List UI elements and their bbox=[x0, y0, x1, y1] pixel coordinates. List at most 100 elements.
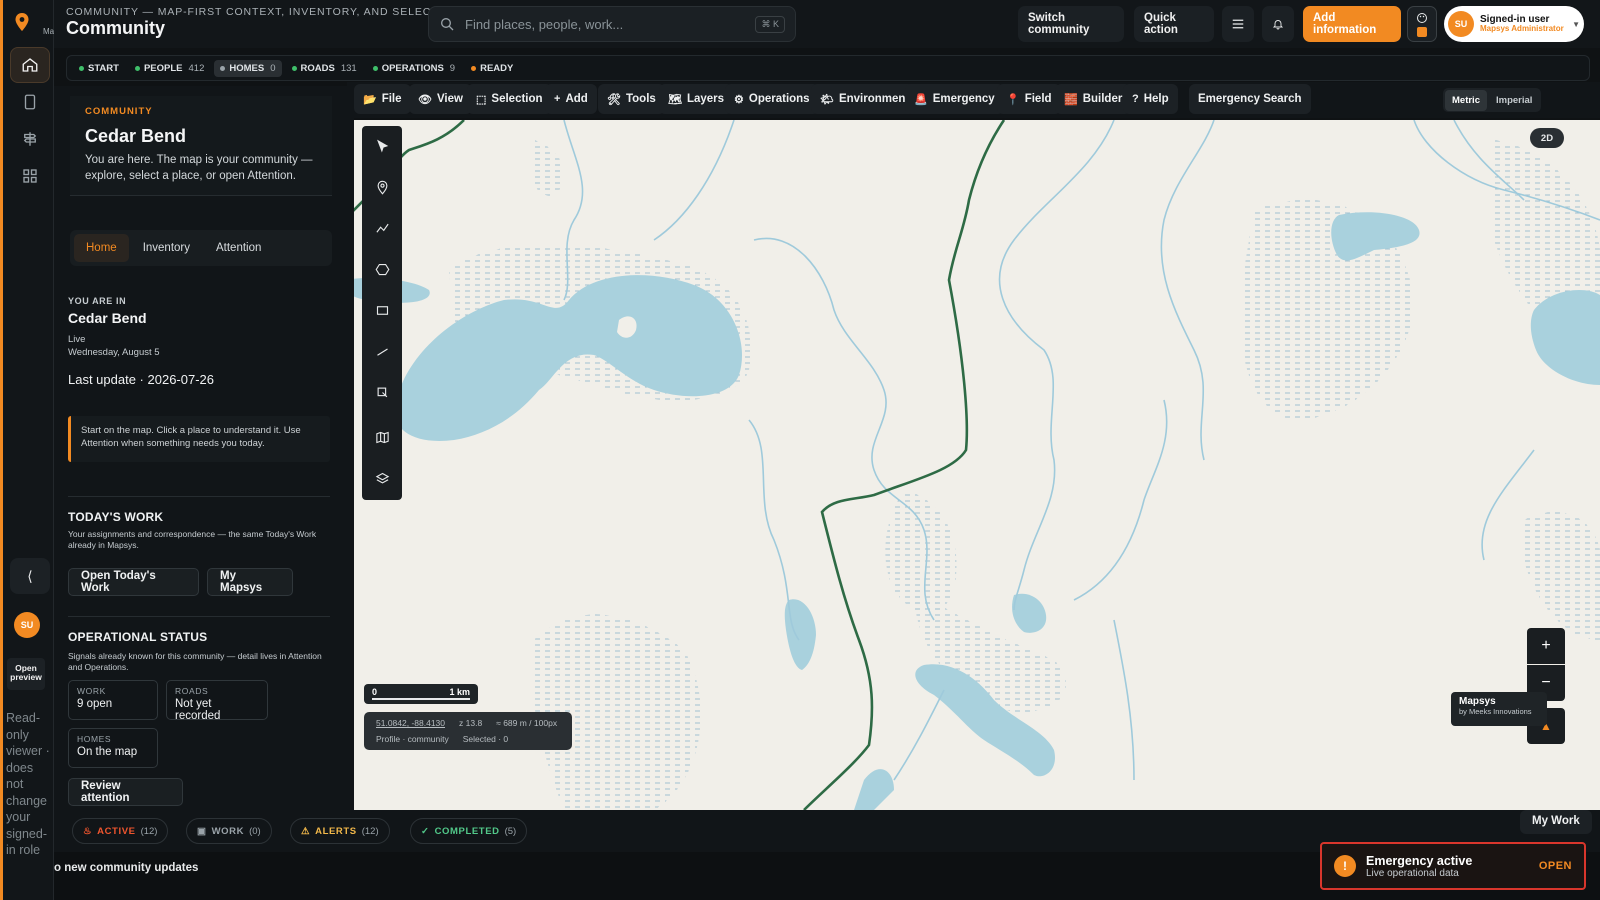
eye-icon: 👁 bbox=[418, 93, 432, 106]
my-work-button[interactable]: My Work bbox=[1520, 810, 1592, 834]
rectangle-tool[interactable] bbox=[362, 290, 402, 330]
bricks-icon: 🧱 bbox=[1064, 93, 1078, 106]
tray-alerts-button[interactable]: ⚠ ALERTS (12) bbox=[290, 818, 390, 844]
point-tool[interactable] bbox=[362, 167, 402, 207]
pill-count: 0 bbox=[270, 62, 276, 74]
add-information-button[interactable]: Add information bbox=[1303, 6, 1401, 42]
hexagon-icon bbox=[375, 263, 389, 275]
hamburger-icon bbox=[1232, 19, 1244, 29]
polygon-tool[interactable] bbox=[362, 249, 402, 289]
menu-button[interactable] bbox=[1222, 6, 1254, 42]
menu-tools[interactable]: 🛠 Tools bbox=[598, 84, 665, 114]
rail-signpost-button[interactable] bbox=[10, 121, 50, 157]
menu-layers[interactable]: 🗺 Layers bbox=[659, 84, 734, 114]
streams bbox=[563, 120, 1600, 781]
emergency-search-button[interactable]: Emergency Search bbox=[1189, 84, 1311, 114]
rail-home-button[interactable] bbox=[10, 47, 50, 83]
status-pill-ready[interactable]: READY bbox=[465, 60, 519, 77]
status-bar: START PEOPLE 412 HOMES 0 ROADS 131 OPERATIO… bbox=[66, 55, 1590, 81]
my-mapsys-button[interactable]: My Mapsys bbox=[207, 568, 293, 596]
emergency-open-button[interactable]: OPEN bbox=[1539, 860, 1572, 872]
tray-work-button[interactable]: ▣ WORK (0) bbox=[186, 818, 272, 844]
status-pill-start[interactable]: START bbox=[73, 60, 125, 77]
pin-icon: 📍 bbox=[1006, 93, 1020, 106]
location-name: Cedar Bend bbox=[68, 310, 147, 326]
user-avatar: SU bbox=[1448, 11, 1474, 37]
edit-tool[interactable] bbox=[362, 372, 402, 412]
stat-work[interactable]: WORK 9 open bbox=[68, 680, 158, 720]
status-pill-people[interactable]: PEOPLE 412 bbox=[129, 60, 210, 77]
rail-accent-bar bbox=[0, 0, 3, 900]
status-pill-homes[interactable]: HOMES 0 bbox=[214, 59, 282, 77]
selected-count: Selected · 0 bbox=[462, 734, 509, 744]
tab-attention[interactable]: Attention bbox=[204, 234, 273, 262]
tablet-icon bbox=[24, 94, 36, 110]
map-canvas[interactable]: 2D + − ▲ Mapsys by Meeks Innovations 0 1… bbox=[354, 120, 1600, 810]
user-menu[interactable]: SU Signed-in user Mapsys Administrator ▼ bbox=[1444, 6, 1584, 42]
menu-selection[interactable]: ⬚ Selection bbox=[467, 84, 552, 114]
rail-device-button[interactable] bbox=[10, 84, 50, 120]
menu-builder[interactable]: 🧱 Builder bbox=[1055, 84, 1132, 114]
palette-icon bbox=[1417, 12, 1427, 23]
pill-count: 131 bbox=[340, 62, 357, 74]
pill-label: PEOPLE bbox=[143, 62, 183, 74]
menu-emergency[interactable]: 🚨 Emergency bbox=[905, 84, 1004, 114]
status-pill-roads[interactable]: ROADS 131 bbox=[286, 60, 363, 77]
search-icon bbox=[441, 18, 454, 31]
tab-home[interactable]: Home bbox=[74, 234, 129, 262]
zoom-in-button[interactable]: + bbox=[1527, 628, 1565, 664]
help-icon: ? bbox=[1132, 93, 1139, 105]
menu-operations[interactable]: ⚙ Operations bbox=[725, 84, 819, 114]
status-dot bbox=[372, 65, 378, 71]
user-role: Mapsys Administrator bbox=[1480, 24, 1564, 34]
menu-field[interactable]: 📍 Field bbox=[997, 84, 1061, 114]
search-input[interactable]: Find places, people, work... ⌘ K bbox=[428, 6, 796, 42]
review-attention-button[interactable]: Review attention bbox=[68, 778, 183, 806]
basemap-tool[interactable] bbox=[362, 417, 402, 457]
tray-count: (12) bbox=[361, 825, 379, 837]
top-header: COMMUNITY — MAP-FIRST CONTEXT, INVENTORY… bbox=[54, 0, 1600, 48]
stat-key: HOMES bbox=[77, 734, 112, 744]
quick-action-button[interactable]: Quick action bbox=[1134, 6, 1214, 42]
view-mode-toggle[interactable]: 2D bbox=[1530, 128, 1564, 148]
menu-file[interactable]: 📂 File bbox=[354, 84, 411, 114]
map-icon bbox=[375, 431, 389, 443]
tab-inventory[interactable]: Inventory bbox=[131, 234, 202, 262]
chevron-down-icon: ▼ bbox=[1572, 19, 1580, 29]
coordinates[interactable]: 51.0842, -88.4130 bbox=[376, 718, 445, 728]
open-todays-work-button[interactable]: Open Today's Work bbox=[68, 568, 199, 596]
warning-icon: ⚠ bbox=[301, 825, 311, 837]
theme-button[interactable] bbox=[1407, 6, 1437, 42]
rail-dashboard-button[interactable] bbox=[10, 158, 50, 194]
guidance-note: Start on the map. Click a place to under… bbox=[68, 416, 330, 462]
rail-collapse-button[interactable]: ⟨ bbox=[10, 558, 50, 594]
plus-icon: + bbox=[554, 93, 561, 105]
notifications-button[interactable] bbox=[1262, 6, 1294, 42]
rail-avatar[interactable]: SU bbox=[14, 612, 40, 638]
panel-tabs: Home Inventory Attention bbox=[70, 230, 332, 266]
status-pill-operations[interactable]: OPERATIONS 9 bbox=[367, 60, 461, 77]
zoom-level: z 13.8 bbox=[459, 718, 483, 728]
line-tool[interactable] bbox=[362, 208, 402, 248]
measure-tool[interactable] bbox=[362, 331, 402, 371]
emergency-banner[interactable]: ! Emergency active Live operational data… bbox=[1320, 842, 1586, 890]
layers-tool[interactable] bbox=[362, 458, 402, 498]
pin-icon bbox=[377, 180, 387, 195]
app-logo-icon bbox=[14, 12, 30, 37]
unit-imperial[interactable]: Imperial bbox=[1489, 90, 1539, 111]
stat-homes[interactable]: HOMES On the map bbox=[68, 728, 158, 768]
unit-metric[interactable]: Metric bbox=[1445, 89, 1487, 111]
location-date: Wednesday, August 5 bbox=[68, 347, 160, 358]
menu-help[interactable]: ? Help bbox=[1123, 84, 1178, 114]
switch-community-button[interactable]: Switch community bbox=[1018, 6, 1124, 42]
tray-active-button[interactable]: ♨ ACTIVE (12) bbox=[72, 818, 169, 844]
open-preview-button[interactable]: Open preview bbox=[7, 658, 45, 690]
menu-view[interactable]: 👁 View bbox=[409, 84, 472, 114]
tray-completed-button[interactable]: ✓ COMPLETED (5) bbox=[410, 818, 528, 844]
edit-shape-icon bbox=[377, 387, 387, 397]
attribution-title: Mapsys bbox=[1459, 696, 1496, 707]
stat-roads[interactable]: ROADS Not yet recorded bbox=[166, 680, 268, 722]
menu-environment[interactable]: 🌤 Environment bbox=[811, 84, 919, 114]
select-tool[interactable] bbox=[362, 126, 402, 166]
menu-add[interactable]: + Add bbox=[545, 84, 597, 114]
